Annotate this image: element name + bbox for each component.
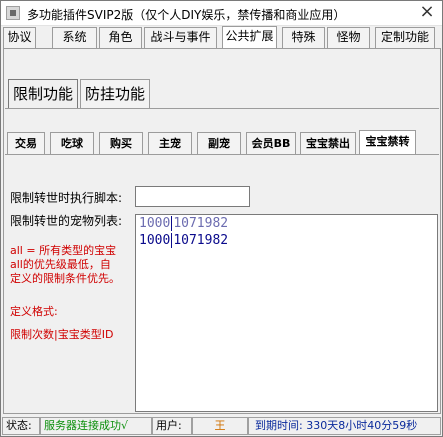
app-window: 多功能插件SVIP2版（仅个人DIY娱乐，禁传播和商业应用） × 协议 系统 角… xyxy=(0,0,443,437)
subtab-eat-ball[interactable]: 吃球 xyxy=(50,132,94,154)
rebirth-pet-list-label: 限制转世的宠物列表: xyxy=(10,214,123,228)
note-priority: all的优先级最低，自 xyxy=(10,258,111,271)
list-item[interactable]: 1000 1071982 xyxy=(139,233,228,248)
subtab-pet-no-rebirth[interactable]: 宝宝禁转 xyxy=(359,130,416,155)
expiry-time: 到期时间: 330天8小时40分59秒 xyxy=(248,417,441,435)
title-bar: 多功能插件SVIP2版（仅个人DIY娱乐，禁传播和商业应用） × xyxy=(1,1,442,26)
format-title: 定义格式: xyxy=(10,305,58,318)
subtab-trade[interactable]: 交易 xyxy=(7,132,45,154)
status-bar: 状态: 服务器连接成功√ 用户: 王 到期时间: 330天8小时40分59秒 xyxy=(1,416,442,436)
tab-monster[interactable]: 怪物 xyxy=(327,27,370,48)
note-custom-priority: 定义的限制条件优先。 xyxy=(10,272,120,285)
note-all-types: all = 所有类型的宝宝 xyxy=(10,244,117,257)
rebirth-script-label: 限制转世时执行脚本: xyxy=(10,191,123,205)
main-panel: 限制功能 防挂功能 交易 吃球 购买 主宠 副宠 会员BB 宝宝禁出 宝宝禁转 … xyxy=(3,48,441,414)
pet-type-id: 1071982 xyxy=(173,233,229,248)
tab-custom-functions[interactable]: 定制功能 xyxy=(375,27,435,48)
subtab-divider xyxy=(5,154,439,155)
main-tab-strip: 协议 系统 角色 战斗与事件 公共扩展 特殊 怪物 定制功能 xyxy=(3,26,442,49)
close-icon[interactable]: × xyxy=(412,1,442,25)
subtab-purchase[interactable]: 购买 xyxy=(99,132,143,154)
subtab-main-pet[interactable]: 主宠 xyxy=(148,132,192,154)
window-title: 多功能插件SVIP2版（仅个人DIY娱乐，禁传播和商业应用） xyxy=(27,8,346,22)
list-item[interactable]: 1000 1071982 xyxy=(139,216,228,231)
subtab-sub-pet[interactable]: 副宠 xyxy=(197,132,241,154)
user-name: 王 xyxy=(192,417,248,435)
tab-system[interactable]: 系统 xyxy=(52,27,97,48)
tab-battle-events[interactable]: 战斗与事件 xyxy=(144,27,217,48)
connection-status: 服务器连接成功√ xyxy=(40,417,152,435)
tab-special[interactable]: 特殊 xyxy=(282,27,325,48)
tab-protocol[interactable]: 协议 xyxy=(3,27,36,48)
status-label: 状态: xyxy=(2,417,40,435)
format-value: 限制次数|宝宝类型ID xyxy=(10,328,114,341)
subtab-pet-no-out[interactable]: 宝宝禁出 xyxy=(300,132,356,154)
app-icon xyxy=(6,6,20,20)
section-tab-restrictions[interactable]: 限制功能 xyxy=(8,79,79,109)
pet-type-id: 1071982 xyxy=(173,216,229,231)
tab-public-extension[interactable]: 公共扩展 xyxy=(222,26,277,49)
subtab-member-bb[interactable]: 会员BB xyxy=(246,132,296,154)
limit-count: 1000 xyxy=(139,216,171,231)
limit-count: 1000 xyxy=(139,233,171,248)
section-tab-anti-cheat[interactable]: 防挂功能 xyxy=(80,79,151,109)
rebirth-script-input[interactable] xyxy=(135,186,250,207)
rebirth-pet-list[interactable]: 1000 1071982 1000 1071982 xyxy=(135,214,438,412)
tab-character[interactable]: 角色 xyxy=(99,27,142,48)
section-tab-divider xyxy=(5,108,439,109)
user-label: 用户: xyxy=(152,417,192,435)
